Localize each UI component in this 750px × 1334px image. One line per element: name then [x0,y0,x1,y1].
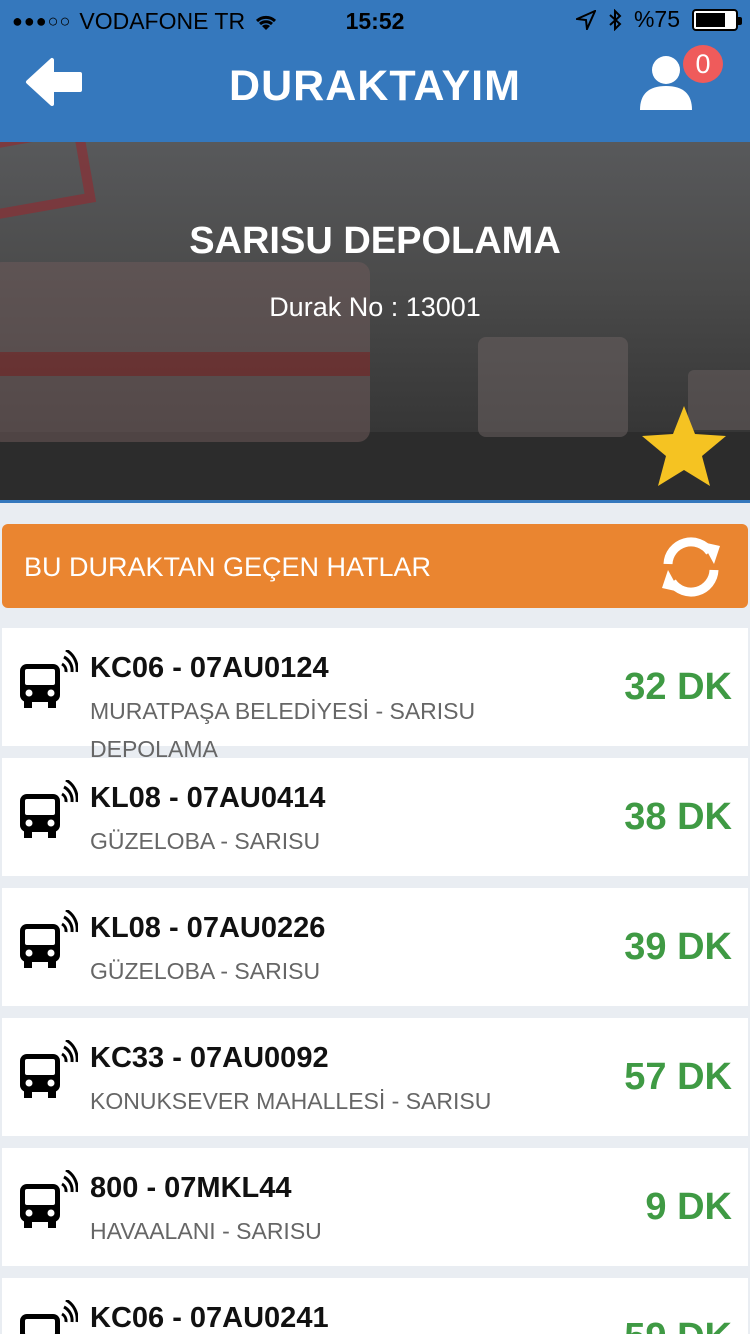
app-header: ●●●○○ VODAFONE TR 15:52 %75 DURAKTAYIM 0 [0,0,750,142]
stop-name: SARISU DEPOLAMA [189,220,561,262]
line-code: 800 - 07MKL44 [90,1172,292,1204]
lines-header: BU DURAKTAN GEÇEN HATLAR [2,524,748,608]
lines-header-label: BU DURAKTAN GEÇEN HATLAR [24,552,432,582]
line-route: HAVAALANI - SARISU [90,1218,322,1244]
line-code: KL08 - 07AU0414 [90,782,326,814]
line-route: GÜZELOBA - SARISU [90,828,321,854]
line-route: MURATPAŞA BELEDİYESİ - SARISU DEPOLAMA [90,698,476,762]
line-eta: 32 DK [624,666,732,708]
line-eta: 9 DK [645,1186,732,1228]
favorite-star-icon[interactable] [640,404,728,488]
notification-badge: 0 [683,45,723,83]
bus-signal-icon [16,1168,79,1232]
location-arrow-icon [575,9,596,30]
line-row[interactable]: 800 - 07MKL44 HAVAALANI - SARISU 9 DK [2,1148,748,1266]
status-right: %75 [575,6,742,33]
hero-divider [0,500,750,503]
status-bar: ●●●○○ VODAFONE TR 15:52 %75 [0,0,750,40]
line-row[interactable]: KC06 - 07AU0124 MURATPAŞA BELEDİYESİ - SA… [2,628,748,762]
line-code: KC06 - 07AU0124 [90,652,329,684]
bus-signal-icon [16,1298,79,1334]
line-eta: 39 DK [624,926,732,968]
line-route: KONUKSEVER MAHALLESİ - SARISU [90,1088,492,1114]
line-code: KC33 - 07AU0092 [90,1042,329,1074]
bus-signal-icon [16,648,79,712]
battery-icon [692,8,742,31]
line-route: GÜZELOBA - SARISU [90,958,321,984]
background-sign [0,142,97,221]
bus-signal-icon [16,778,79,842]
line-code: KL08 - 07AU0226 [90,912,326,944]
bus-signal-icon [16,1038,79,1102]
stop-number: Durak No : 13001 [269,292,481,322]
bus-signal-icon [16,908,79,972]
line-code: KC06 - 07AU0241 [90,1302,329,1334]
bluetooth-icon [609,8,622,31]
refresh-icon[interactable] [656,532,726,602]
background-road [0,432,750,502]
line-row[interactable]: KC33 - 07AU0092 KONUKSEVER MAHALLESİ - SA… [2,1018,748,1136]
line-eta: 57 DK [624,1056,732,1098]
line-eta: 38 DK [624,796,732,838]
line-eta: 59 DK [624,1316,732,1334]
stop-hero: SARISU DEPOLAMA Durak No : 13001 [0,142,750,502]
background-bus [478,337,628,437]
background-bus [0,262,370,442]
line-row[interactable]: KL08 - 07AU0414 GÜZELOBA - SARISU 38 DK [2,758,748,876]
line-row[interactable]: KC06 - 07AU0241 59 DK [2,1278,748,1334]
line-row[interactable]: KL08 - 07AU0226 GÜZELOBA - SARISU 39 DK [2,888,748,1006]
battery-percent: %75 [633,6,680,32]
